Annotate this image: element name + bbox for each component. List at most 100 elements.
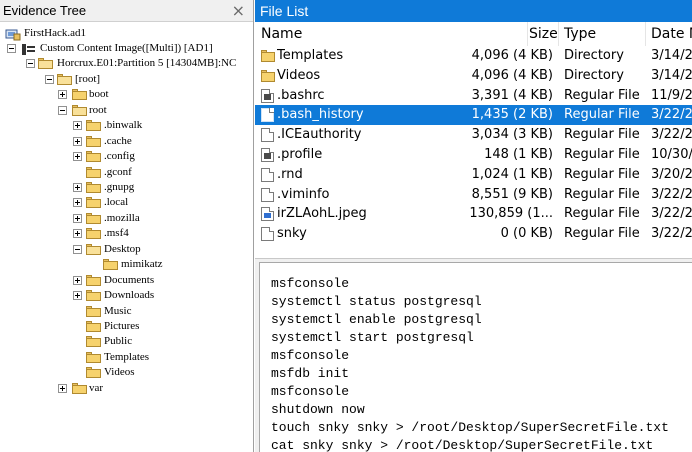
tree-node-label: [root] <box>75 73 101 85</box>
expand-icon[interactable] <box>73 152 82 161</box>
tree-node-label: Pictures <box>104 320 140 332</box>
tree-node[interactable]: mimikatz <box>0 257 253 272</box>
tree-node-label: .msf4 <box>104 227 129 239</box>
expand-icon[interactable] <box>58 90 67 99</box>
file-list-row[interactable]: snky 0 (0 KB) Regular File 3/22/2 <box>255 224 692 244</box>
expand-icon[interactable] <box>73 183 82 192</box>
tree-node[interactable]: root <box>0 103 253 118</box>
expand-icon[interactable] <box>73 137 82 146</box>
folder-icon <box>38 58 53 69</box>
tree-node[interactable]: .msf4 <box>0 226 253 241</box>
tree-node-label: Videos <box>104 366 135 378</box>
file-size-cell: 1,024 (1 KB) <box>471 166 553 182</box>
tree-node[interactable]: Documents <box>0 273 253 288</box>
file-icon <box>261 187 274 202</box>
file-icon <box>261 227 274 242</box>
close-icon[interactable]: × <box>232 1 245 20</box>
text-line: shutdown now <box>271 402 365 417</box>
folder-icon <box>86 228 101 239</box>
tree-node[interactable]: Pictures <box>0 319 253 334</box>
folder-icon <box>86 336 101 347</box>
tree-node[interactable]: .local <box>0 195 253 210</box>
tree-node[interactable]: Public <box>0 334 253 349</box>
file-list-row[interactable]: .profile 148 (1 KB) Regular File 10/30/ <box>255 145 692 165</box>
tree-node[interactable]: .cache <box>0 134 253 149</box>
folder-icon <box>72 89 87 100</box>
file-icon <box>261 108 274 123</box>
file-list-row[interactable]: .bashrc 3,391 (4 KB) Regular File 11/9/2 <box>255 86 692 106</box>
collapse-icon[interactable] <box>45 75 54 84</box>
file-list-panel: File List Name Size Type Date M Template… <box>255 0 692 452</box>
file-name-cell: .viminfo <box>277 186 330 202</box>
file-size-cell: 8,551 (9 KB) <box>471 186 553 202</box>
column-divider[interactable] <box>558 22 559 46</box>
tree-node[interactable]: .config <box>0 149 253 164</box>
file-name-cell: .bash_history <box>277 107 364 123</box>
tree-node[interactable]: Templates <box>0 350 253 365</box>
expand-icon[interactable] <box>73 214 82 223</box>
column-header-date[interactable]: Date M <box>651 26 692 42</box>
file-list-row[interactable]: .viminfo 8,551 (9 KB) Regular File 3/22/2 <box>255 185 692 205</box>
file-icon <box>261 167 274 182</box>
tree-node[interactable]: Custom Content Image([Multi]) [AD1] <box>0 41 253 56</box>
text-line: systemctl start postgresql <box>271 330 474 345</box>
column-header-name[interactable]: Name <box>261 26 302 42</box>
expand-icon[interactable] <box>58 384 67 393</box>
tree-node-label: Custom Content Image([Multi]) [AD1] <box>40 42 213 54</box>
file-date-cell: 10/30/ <box>651 147 692 162</box>
folder-icon <box>86 321 101 332</box>
column-header-type[interactable]: Type <box>564 26 596 42</box>
column-divider[interactable] <box>645 22 646 46</box>
tree-node[interactable]: boot <box>0 87 253 102</box>
tree-node[interactable]: var <box>0 381 253 396</box>
expand-icon[interactable] <box>73 229 82 238</box>
file-type-cell: Regular File <box>564 206 640 222</box>
file-list-row[interactable]: .bash_history 1,435 (2 KB) Regular File 3/2… <box>255 105 692 126</box>
folder-icon <box>72 105 87 116</box>
tree-node[interactable]: Downloads <box>0 288 253 303</box>
column-header-size[interactable]: Size <box>529 26 558 42</box>
file-type-cell: Directory <box>564 67 624 83</box>
tree-node[interactable]: Videos <box>0 365 253 380</box>
file-list-row[interactable]: Videos 4,096 (4 KB) Directory 3/14/2 <box>255 66 692 86</box>
expand-icon[interactable] <box>73 198 82 207</box>
tree-node[interactable]: Desktop <box>0 242 253 257</box>
folder-icon <box>86 197 101 208</box>
text-line: cat snky snky > /root/Desktop/SuperSecre… <box>271 438 654 452</box>
collapse-icon[interactable] <box>58 106 67 115</box>
tree-node[interactable]: Horcrux.E01:Partition 5 [14304MB]:NC <box>0 56 253 71</box>
file-content-text-area[interactable]: msfconsole systemctl status postgresql sys… <box>259 262 692 452</box>
folder-icon <box>86 136 101 147</box>
column-divider[interactable] <box>527 22 528 46</box>
folder-icon <box>57 74 72 85</box>
tree-node[interactable]: .gnupg <box>0 180 253 195</box>
file-name-cell: irZLAohL.jpeg <box>277 206 367 222</box>
tree-node[interactable]: FirstHack.ad1 <box>0 26 253 41</box>
tree-node[interactable]: .binwalk <box>0 118 253 133</box>
collapse-icon[interactable] <box>26 59 35 68</box>
file-list-row[interactable]: .rnd 1,024 (1 KB) Regular File 3/20/2 <box>255 165 692 185</box>
evidence-tree-panel: Evidence Tree × FirstHack.ad1 Custom Cont… <box>0 0 254 452</box>
text-line: systemctl enable postgresql <box>271 312 482 327</box>
tree-node[interactable]: Music <box>0 304 253 319</box>
file-list-header: File List <box>255 0 692 22</box>
file-list-row[interactable]: Templates 4,096 (4 KB) Directory 3/14/2 <box>255 46 692 66</box>
folder-icon <box>86 275 101 286</box>
tree-node[interactable]: .mozilla <box>0 211 253 226</box>
tree-node-label: .binwalk <box>104 119 143 131</box>
text-line: msfconsole <box>271 384 350 399</box>
file-list-row[interactable]: .ICEauthority 3,034 (3 KB) Regular File 3/2… <box>255 125 692 145</box>
file-date-cell: 3/14/2 <box>651 48 692 63</box>
expand-icon[interactable] <box>73 291 82 300</box>
tree-node[interactable]: .gconf <box>0 165 253 180</box>
collapse-icon[interactable] <box>7 44 16 53</box>
file-name-cell: .rnd <box>277 166 303 182</box>
tree-node[interactable]: [root] <box>0 72 253 87</box>
file-date-cell: 3/22/2 <box>651 186 692 202</box>
expand-icon[interactable] <box>73 121 82 130</box>
file-list-row[interactable]: irZLAohL.jpeg 130,859 (1... Regular File 3/… <box>255 204 692 224</box>
file-name-cell: snky <box>277 226 307 242</box>
collapse-icon[interactable] <box>73 245 82 254</box>
tree-node-label: .cache <box>104 135 132 147</box>
expand-icon[interactable] <box>73 276 82 285</box>
